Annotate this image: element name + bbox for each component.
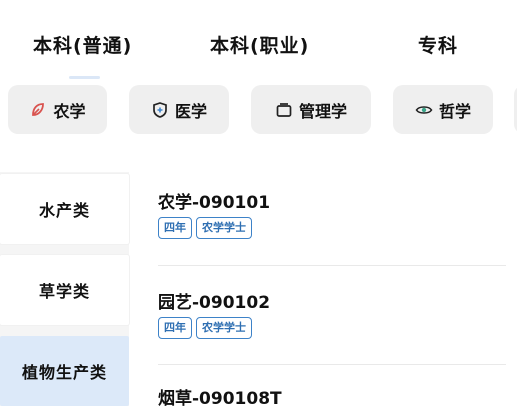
tab-undergrad-general[interactable]: 本科(普通) (33, 31, 132, 61)
shield-plus-icon (151, 101, 169, 119)
list-item[interactable]: 农学-090101 四年 农学学士 (158, 188, 508, 239)
chip-management[interactable]: 管理学 (251, 85, 371, 134)
sidebar-item-plant-production[interactable]: 植物生产类 (0, 336, 129, 406)
chip-label: 管理学 (298, 101, 347, 121)
tab-indicator (69, 76, 100, 79)
duration-tag: 四年 (158, 217, 192, 239)
major-name: 烟草-090108T (158, 389, 282, 406)
chip-label: 哲学 (438, 101, 471, 121)
list-item[interactable]: 园艺-090102 四年 农学学士 (158, 288, 508, 339)
leaf-icon (29, 101, 47, 119)
app-screen: 本科(普通) 本科(职业) 专科 农学 医学 管理学 哲学 水产类 草学类 植物… (0, 0, 517, 406)
category-chips: 农学 医学 管理学 哲学 (0, 85, 517, 135)
major-name: 农学-090101 (158, 193, 271, 213)
chip-label: 医学 (174, 101, 207, 121)
sidebar-item-aquaculture[interactable]: 水产类 (0, 174, 129, 244)
list-item[interactable]: 烟草-090108T (158, 384, 508, 406)
folder-icon (275, 101, 293, 119)
sidebar-item-grassland[interactable]: 草学类 (0, 255, 129, 325)
tab-junior-college[interactable]: 专科 (418, 31, 458, 61)
tab-undergrad-vocational[interactable]: 本科(职业) (210, 31, 309, 61)
degree-tabs: 本科(普通) 本科(职业) 专科 (0, 0, 517, 80)
chip-label: 农学 (53, 101, 86, 121)
divider (158, 364, 506, 365)
divider (158, 265, 506, 266)
major-list: 农学-090101 四年 农学学士 园艺-090102 四年 农学学士 烟草-0… (129, 172, 517, 406)
duration-tag: 四年 (158, 317, 192, 339)
chip-medicine[interactable]: 医学 (129, 85, 229, 134)
major-tags: 四年 农学学士 (158, 317, 508, 339)
eye-icon (415, 101, 433, 119)
major-name: 园艺-090102 (158, 293, 271, 313)
degree-tag: 农学学士 (196, 217, 252, 239)
chip-agriculture[interactable]: 农学 (8, 85, 107, 134)
subcategory-sidebar: 水产类 草学类 植物生产类 (0, 172, 129, 406)
degree-tag: 农学学士 (196, 317, 252, 339)
chip-philosophy[interactable]: 哲学 (393, 85, 493, 134)
major-tags: 四年 农学学士 (158, 217, 508, 239)
